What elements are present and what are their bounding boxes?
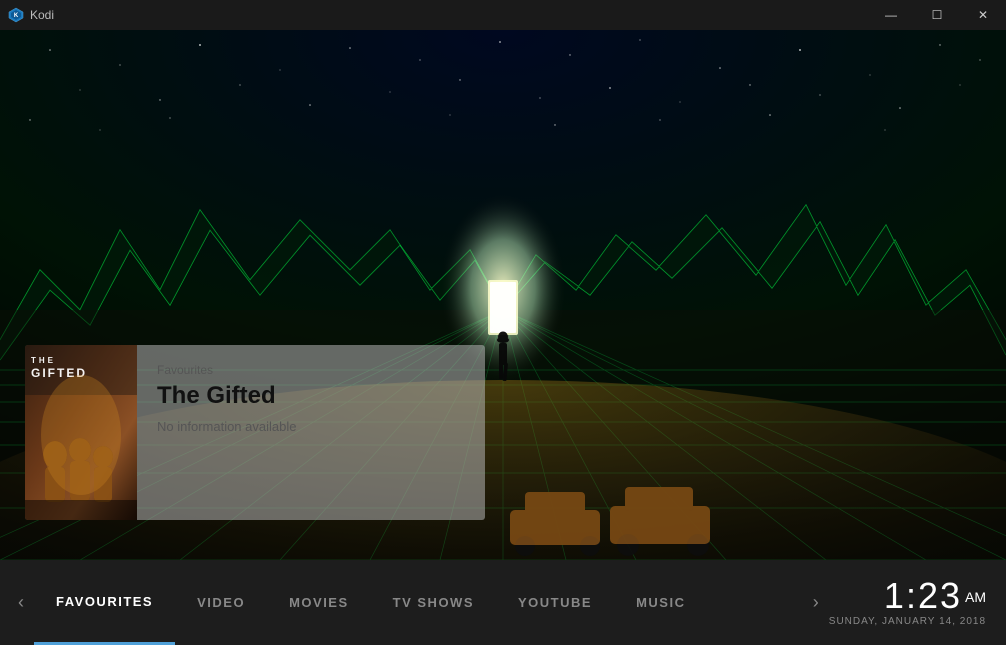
poster-image: THE GIFTED <box>25 345 137 520</box>
nav-item-favourites[interactable]: FAVOURITES <box>34 560 175 645</box>
info-category: Favourites <box>157 363 296 377</box>
clock-date: SUNDAY, JANUARY 14, 2018 <box>829 616 986 627</box>
nav-item-youtube[interactable]: YOUTUBE <box>496 560 614 645</box>
nav-arrow-right[interactable]: › <box>805 592 829 613</box>
svg-text:THE: THE <box>31 356 56 365</box>
app-title: Kodi <box>30 8 54 22</box>
clock-time: 1:23 <box>884 575 962 616</box>
titlebar-left: K Kodi <box>0 7 54 23</box>
window-controls: — ☐ ✕ <box>868 0 1006 30</box>
clock-area: 1:23AM SUNDAY, JANUARY 14, 2018 <box>829 578 996 627</box>
info-title: The Gifted <box>157 383 296 409</box>
nav-items: FAVOURITES VIDEO MOVIES TV SHOWS YOUTUBE… <box>34 560 805 645</box>
nav-item-music[interactable]: MUSIC <box>614 560 707 645</box>
info-description: No information available <box>157 419 296 434</box>
main-background: THE GIFTED <box>0 30 1006 560</box>
close-button[interactable]: ✕ <box>960 0 1006 30</box>
titlebar: K Kodi — ☐ ✕ <box>0 0 1006 30</box>
poster-graphic: THE GIFTED <box>25 345 137 520</box>
info-panel: THE GIFTED <box>25 345 485 520</box>
nav-arrow-left[interactable]: ‹ <box>10 592 34 613</box>
svg-text:K: K <box>14 13 19 19</box>
minimize-button[interactable]: — <box>868 0 914 30</box>
clock-ampm: AM <box>965 589 986 605</box>
navbar: ‹ FAVOURITES VIDEO MOVIES TV SHOWS YOUTU… <box>0 560 1006 645</box>
nav-item-video[interactable]: VIDEO <box>175 560 267 645</box>
maximize-button[interactable]: ☐ <box>914 0 960 30</box>
nav-item-tvshows[interactable]: TV SHOWS <box>371 560 496 645</box>
kodi-logo-icon: K <box>8 7 24 23</box>
nav-item-movies[interactable]: MOVIES <box>267 560 371 645</box>
info-text-area: Favourites The Gifted No information ava… <box>137 345 316 520</box>
